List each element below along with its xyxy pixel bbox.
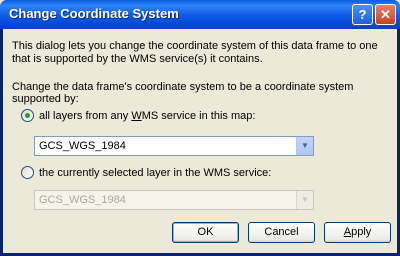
prompt-text: Change the data frame's coordinate syste…	[12, 81, 354, 105]
selected-layer-radio[interactable]	[21, 166, 34, 179]
ok-button[interactable]: OK	[172, 222, 239, 243]
all-layers-label-end: MS service in this map:	[141, 110, 256, 122]
apply-button-mnemonic: A	[343, 226, 352, 238]
all-layers-dropdown-value: GCS_WGS_1984	[39, 140, 126, 152]
chevron-down-icon: ▼	[296, 191, 313, 209]
all-layers-label[interactable]: all layers from any WMS service in this …	[39, 110, 255, 122]
all-layers-radio[interactable]	[21, 109, 34, 122]
selected-layer-label[interactable]: the currently selected layer in the WMS …	[39, 167, 271, 179]
apply-button-label-rest: pply	[351, 226, 372, 238]
change-coordinate-system-dialog: Change Coordinate System ? ✕ This dialog…	[0, 0, 400, 256]
all-layers-label-mnemonic: W	[131, 110, 142, 122]
selected-layer-dropdown-value: GCS_WGS_1984	[39, 194, 126, 206]
cancel-button[interactable]: Cancel	[248, 222, 315, 243]
apply-button[interactable]: Apply	[324, 222, 391, 243]
dialog-body: This dialog lets you change the coordina…	[3, 29, 397, 253]
dialog-title: Change Coordinate System	[9, 6, 179, 21]
help-button[interactable]: ?	[352, 4, 373, 25]
close-button[interactable]: ✕	[375, 4, 396, 25]
all-layers-label-start: all layers from any	[39, 110, 132, 122]
all-layers-coordinate-system-dropdown[interactable]: GCS_WGS_1984 ▼	[34, 136, 314, 156]
radio-selected-dot	[25, 113, 30, 118]
description-text: This dialog lets you change the coordina…	[12, 40, 378, 65]
selected-layer-coordinate-system-dropdown: GCS_WGS_1984 ▼	[34, 190, 314, 210]
title-bar[interactable]: Change Coordinate System ? ✕	[0, 0, 400, 29]
chevron-down-icon[interactable]: ▼	[296, 137, 313, 155]
